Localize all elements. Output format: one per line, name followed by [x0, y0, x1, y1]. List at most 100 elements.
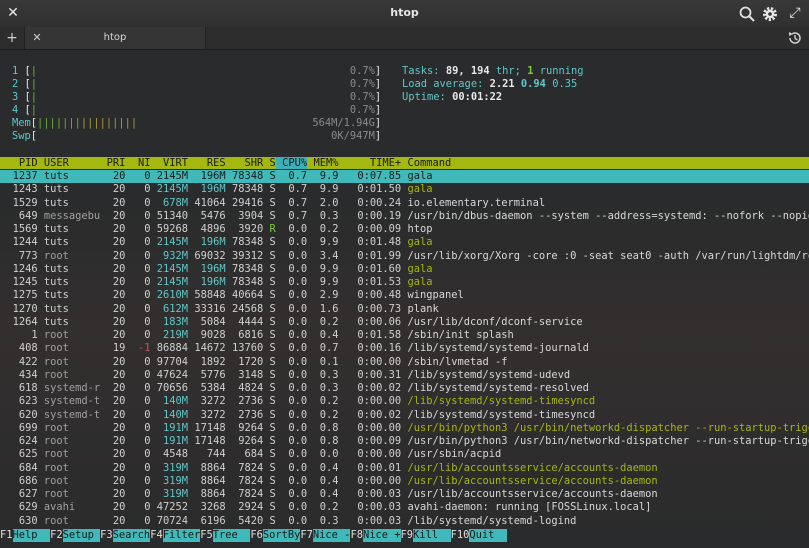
function-key-f10[interactable]: F10: [451, 529, 470, 542]
column-header[interactable]: PID USER PRI NI VIRT RES SHR S CPU% MEM% TIME+ Comm…: [0, 157, 809, 169]
column-header-user[interactable]: USER: [38, 157, 101, 169]
process-row[interactable]: 630 root 20 0 70724 6196 5420 S 0.0 0.3 0:00.03/li…: [0, 515, 809, 528]
tab-htop[interactable]: ✕ htop: [24, 27, 206, 49]
tasks-line: Tasks: 89, 194 thr; 1 running: [402, 65, 584, 77]
function-key-f2[interactable]: F2: [50, 529, 63, 542]
process-virt: 2145M: [156, 170, 189, 182]
cpu-percent: 0.7%: [349, 91, 375, 103]
process-row[interactable]: 1245 tuts 20 0 2145M 196M 78348 S 0.0 9.9 0:01.53 g…: [0, 276, 809, 289]
process-row[interactable]: 623 systemd-t 20 0 140M 3272 2736 S 0.0 0.2 0:00.0…: [0, 395, 809, 408]
process-res: 41064: [194, 196, 226, 209]
process-row[interactable]: 618 systemd-r 20 0 70656 5384 4824 S 0.0 0.3 0:00.…: [0, 382, 809, 395]
process-row[interactable]: 1244 tuts 20 0 2145M 196M 78348 S 0.0 9.9 0:01.48 g…: [0, 236, 809, 249]
function-key-f8[interactable]: F8: [350, 529, 363, 542]
column-header-pid[interactable]: PID: [0, 157, 38, 169]
function-key-f1[interactable]: F1: [0, 529, 13, 542]
process-res: 4896: [200, 223, 226, 235]
column-header-mem[interactable]: MEM%: [307, 157, 338, 169]
process-row[interactable]: 1270 tuts 20 0 612M 33316 24568 S 0.0 1.6 0:00.73 p…: [0, 303, 809, 316]
process-ni: 0: [144, 329, 151, 341]
process-pri: 20: [112, 262, 126, 275]
process-row[interactable]: 1569 tuts 20 0 59268 4896 3920 R 0.0 0.2 0:00.09 ht…: [0, 223, 809, 236]
process-s: S: [269, 514, 276, 527]
process-mem: 9.9: [319, 276, 339, 288]
column-header-res[interactable]: RES: [188, 157, 226, 169]
function-key-bar: F1Help F2Setup F3SearchF4FilterF5Tree F6…: [0, 529, 809, 542]
function-key-f7[interactable]: F7: [300, 529, 313, 542]
process-row[interactable]: 699 root 20 0 191M 17148 9264 S 0.0 0.8 0:00.00/us…: [0, 422, 809, 435]
process-row[interactable]: 627 root 20 0 319M 8864 7824 S 0.0 0.4 0:00.03/usr…: [0, 488, 809, 501]
process-s: S: [269, 302, 276, 315]
process-pri: 20: [112, 474, 126, 487]
process-row[interactable]: 1246 tuts 20 0 2145M 196M 78348 S 0.0 9.9 0:01.60 g…: [0, 263, 809, 276]
process-row[interactable]: 1529 tuts 20 0 678M 41064 29416 S 0.7 2.0 0:00.24 i…: [0, 197, 809, 210]
terminal-view[interactable]: 1 [| 0.7%] 2 [| 0.7%] 3 [| 0.7%] 4 [| 0.…: [0, 50, 809, 548]
maximize-icon[interactable]: ⤢: [787, 4, 803, 22]
process-row[interactable]: 1237 tuts 20 0 2145M 196M 78348 S 0.7 9.9 0:07.85 g…: [0, 170, 809, 183]
process-pri: 20: [112, 435, 126, 447]
process-time: 0:00.16: [357, 342, 402, 355]
column-header-time[interactable]: TIME+: [339, 157, 401, 169]
process-row[interactable]: 684 root 20 0 319M 8864 7824 S 0.0 0.4 0:00.01/usr…: [0, 462, 809, 475]
function-key-label-f3[interactable]: Search: [112, 529, 151, 542]
process-s: S: [269, 315, 276, 328]
process-pri: 20: [112, 488, 126, 500]
function-key-f9[interactable]: F9: [401, 529, 414, 542]
gear-icon[interactable]: [761, 5, 779, 23]
new-tab-button[interactable]: +: [5, 28, 19, 48]
process-row[interactable]: 620 systemd-t 20 0 140M 3272 2736 S 0.0 0.2 0:00.0…: [0, 409, 809, 422]
search-icon[interactable]: [738, 5, 756, 23]
swap-value: 0K/947M: [331, 130, 375, 142]
function-key-label-f4[interactable]: Filter: [162, 529, 201, 542]
column-header-virt[interactable]: VIRT: [150, 157, 188, 169]
process-row[interactable]: 1264 tuts 20 0 183M 5084 4444 S 0.0 0.2 0:00.06/us…: [0, 316, 809, 329]
process-row[interactable]: 1275 tuts 20 0 2610M 58848 40664 S 0.0 2.9 0:00.48…: [0, 289, 809, 302]
function-key-label-f10[interactable]: Quit: [469, 529, 507, 542]
process-s: S: [269, 276, 276, 288]
history-icon[interactable]: [787, 30, 803, 46]
process-mem: 3.4: [319, 249, 339, 262]
process-s: S: [269, 501, 276, 514]
function-key-label-f6[interactable]: SortBy: [262, 529, 301, 542]
process-s: S: [269, 474, 276, 487]
function-key-f6[interactable]: F6: [250, 529, 263, 542]
column-header-ni[interactable]: NI: [125, 157, 151, 169]
swap-empty: [37, 130, 331, 142]
process-row[interactable]: 686 root 20 0 319M 8864 7824 S 0.0 0.4 0:00.00/usr…: [0, 475, 809, 488]
column-header-cpu[interactable]: CPU%: [275, 157, 308, 169]
process-row[interactable]: 434 root 20 0 47624 5776 3148 S 0.0 0.3 0:00.31/li…: [0, 369, 809, 382]
process-shr: 78348: [232, 276, 264, 288]
function-key-f3[interactable]: F3: [100, 529, 113, 542]
column-header-s[interactable]: S: [263, 157, 276, 169]
function-key-label-f2[interactable]: Setup: [62, 529, 101, 542]
process-row[interactable]: 422 root 20 0 97704 1892 1720 S 0.0 0.1 0:00.00/sb…: [0, 356, 809, 369]
function-key-f5[interactable]: F5: [200, 529, 213, 542]
process-row[interactable]: 1 root 20 0 219M 9028 6816 S 0.0 0.4 0:01.58/sbin/…: [0, 329, 809, 342]
process-row[interactable]: 408 root 19 -1 86884 14672 13760 S 0.0 0.7 0:00.16…: [0, 342, 809, 355]
process-row[interactable]: 1243 tuts 20 0 2145M 196M 78348 S 0.7 9.9 0:01.50 g…: [0, 183, 809, 196]
column-header-command[interactable]: Command: [401, 157, 809, 169]
process-shr: 4444: [238, 315, 264, 328]
function-key-label-f7[interactable]: Nice -: [312, 529, 351, 542]
function-key-label-f8[interactable]: Nice +: [362, 529, 401, 542]
process-cpu: 0.7: [288, 170, 308, 182]
process-virt: 4548: [163, 448, 189, 461]
process-user: root: [43, 329, 69, 341]
process-virt: 47252: [156, 501, 189, 514]
process-row[interactable]: 629 avahi 20 0 47252 3268 2924 S 0.0 0.2 0:00.03 av…: [0, 501, 809, 514]
process-ni: 0: [144, 435, 151, 447]
process-row[interactable]: 649 messagebu 20 0 51340 5476 3904 S 0.7 0.3 0:00.…: [0, 210, 809, 223]
column-header-shr[interactable]: SHR: [226, 157, 264, 169]
column-header-pri[interactable]: PRI: [100, 157, 126, 169]
function-key-label-f9[interactable]: Kill: [413, 529, 451, 542]
process-row[interactable]: 773 root 20 0 932M 69032 39312 S 0.0 3.4 0:01.99/u…: [0, 250, 809, 263]
function-key-f4[interactable]: F4: [150, 529, 163, 542]
function-key-label-f1[interactable]: Help: [12, 529, 51, 542]
process-row[interactable]: 625 root 20 0 4548 744 684 S 0.0 0.0 0:00.00/usr/s…: [0, 448, 809, 461]
process-pri: 20: [112, 355, 126, 368]
process-time: 0:01.53: [357, 276, 402, 288]
process-pid: 627: [18, 488, 38, 500]
process-shr: 9264: [238, 421, 264, 434]
function-key-label-f5[interactable]: Tree: [212, 529, 251, 542]
process-row[interactable]: 624 root 20 0 191M 17148 9264 S 0.0 0.8 0:00.09/us…: [0, 435, 809, 448]
